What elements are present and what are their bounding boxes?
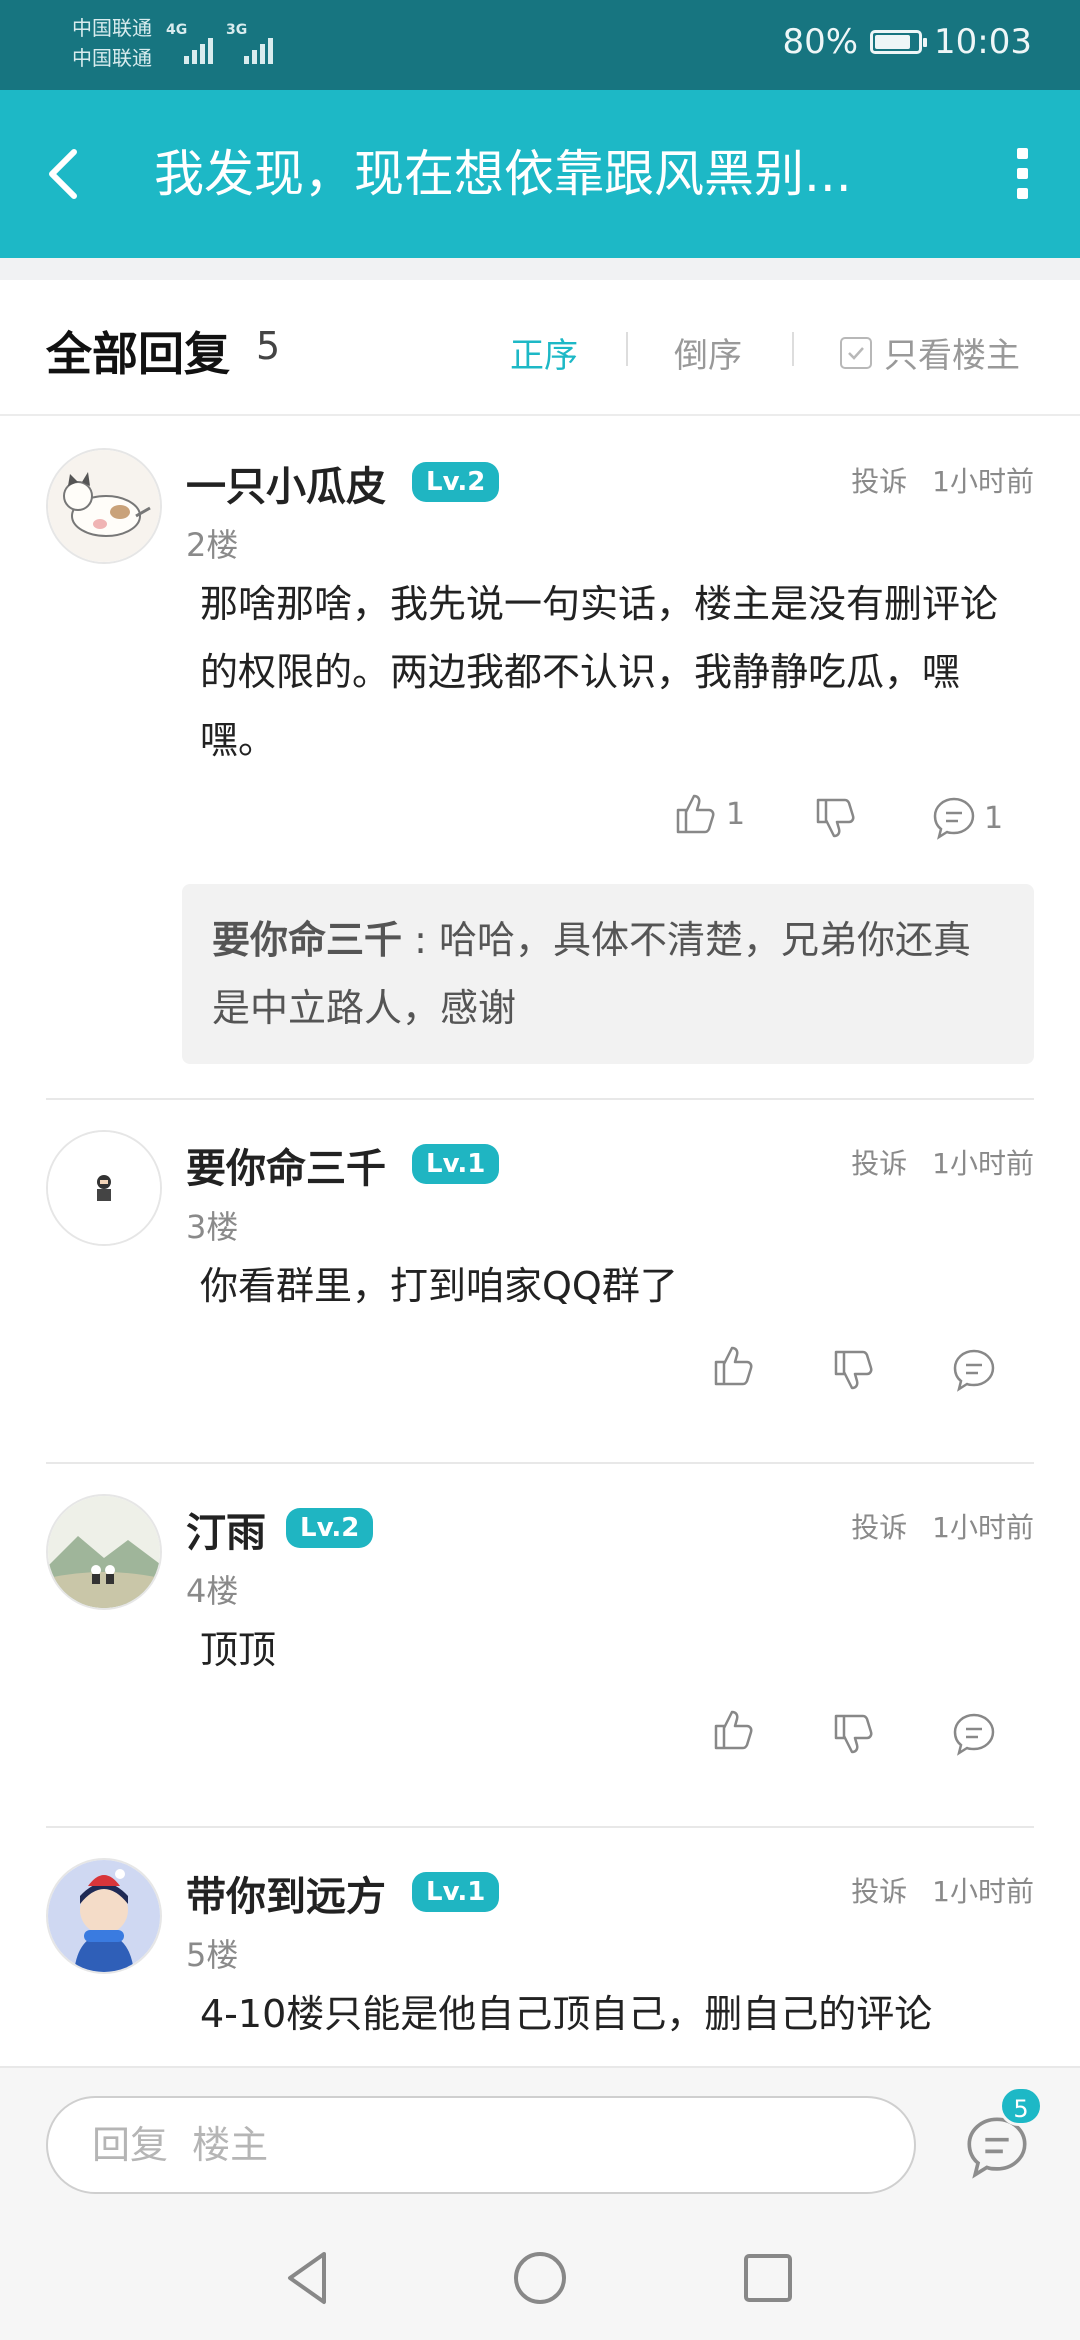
comment-bubble-icon xyxy=(953,1713,995,1756)
timestamp: 1小时前 xyxy=(932,1875,1034,1908)
reply-header: 全部回复 5 正序 倒序 只看楼主 xyxy=(0,280,1080,416)
report-link[interactable]: 投诉 xyxy=(851,1875,907,1908)
divider xyxy=(792,332,794,366)
comment-bubble-icon xyxy=(953,1349,995,1392)
app-bar: 我发现，现在想依靠跟风黑别... xyxy=(0,90,1080,258)
timestamp: 1小时前 xyxy=(932,1147,1034,1180)
sub-reply[interactable]: 要你命三千 : 哈哈，具体不清楚，兄弟你还真是中立路人，感谢 xyxy=(182,884,1034,1064)
more-menu-button[interactable] xyxy=(986,134,1056,214)
circle-home-icon xyxy=(514,2252,566,2304)
checkbox-icon xyxy=(840,336,872,369)
username[interactable]: 一只小瓜皮 xyxy=(186,454,386,512)
comment-item: 带你到远方 Lv.1 5楼 投诉 1小时前 4-10楼只能是他自己顶自己，删自己… xyxy=(0,1838,1080,2064)
battery-icon xyxy=(870,30,928,54)
report-link[interactable]: 投诉 xyxy=(851,1147,907,1180)
signal-1-icon xyxy=(184,24,220,64)
divider xyxy=(626,332,628,366)
level-badge: Lv.2 xyxy=(286,1508,374,1548)
dislike-button[interactable] xyxy=(830,1710,878,1758)
page-title: 我发现，现在想依靠跟风黑别... xyxy=(154,145,852,203)
triangle-back-icon xyxy=(288,2252,326,2304)
thumbs-down-icon xyxy=(816,798,855,838)
system-nav-bar xyxy=(0,2212,1080,2340)
reply-input[interactable] xyxy=(46,2096,916,2194)
level-badge: Lv.2 xyxy=(412,462,500,502)
divider xyxy=(46,1462,1034,1464)
username[interactable]: 要你命三千 xyxy=(186,1136,386,1194)
sub-reply-author[interactable]: 要你命三千 xyxy=(212,918,402,962)
thumbs-up-icon xyxy=(676,794,715,834)
level-badge: Lv.1 xyxy=(412,1872,500,1912)
boy-in-scarf-avatar-icon xyxy=(48,1860,160,1972)
comment-text: 那啥那啥，我先说一句实话，楼主是没有删评论的权限的。两边我都不认识，我静静吃瓜，… xyxy=(200,582,999,762)
back-arrow-icon xyxy=(49,149,77,199)
only-op-toggle[interactable]: 只看楼主 xyxy=(840,328,1020,377)
comment-count-badge: 5 xyxy=(999,2086,1043,2126)
avatar[interactable] xyxy=(46,1494,162,1610)
nav-back-button[interactable] xyxy=(276,2246,340,2310)
like-button[interactable] xyxy=(710,1706,758,1754)
floor-number: 4楼 xyxy=(186,1572,239,1610)
comment-item: 汀雨 Lv.2 4楼 投诉 1小时前 顶顶 xyxy=(0,1474,1080,1824)
report-link[interactable]: 投诉 xyxy=(851,465,907,498)
sort-ascending-tab[interactable]: 正序 xyxy=(510,328,578,377)
reply-button[interactable]: 1 xyxy=(930,794,1003,842)
username[interactable]: 汀雨 xyxy=(186,1500,266,1558)
only-op-label: 只看楼主 xyxy=(884,336,1020,376)
sub-reply-separator: : xyxy=(414,918,427,962)
comment-item: 一只小瓜皮 Lv.2 2楼 投诉 1小时前 那啥那啥，我先说一句实话，楼主是没有… xyxy=(0,428,1080,1098)
floor-number: 3楼 xyxy=(186,1208,239,1246)
reply-button[interactable] xyxy=(950,1346,998,1394)
timestamp: 1小时前 xyxy=(932,1511,1034,1544)
avatar[interactable] xyxy=(46,1130,162,1246)
boy-avatar-icon xyxy=(48,1132,160,1244)
signal-2-icon xyxy=(244,24,280,64)
section-gap xyxy=(0,258,1080,280)
comment-text: 顶顶 xyxy=(200,1628,277,1672)
like-button[interactable]: 1 xyxy=(672,790,745,838)
dislike-button[interactable] xyxy=(812,794,860,842)
divider xyxy=(46,1098,1034,1100)
clock: 10:03 xyxy=(934,22,1032,62)
thumbs-down-icon xyxy=(834,1714,873,1754)
sort-descending-tab[interactable]: 倒序 xyxy=(674,328,742,377)
avatar[interactable] xyxy=(46,1858,162,1974)
status-bar: 中国联通 中国联通 4G 3G 80% 10:03 xyxy=(0,0,1080,90)
report-link[interactable]: 投诉 xyxy=(851,1511,907,1544)
divider xyxy=(46,1826,1034,1828)
cat-avatar-icon xyxy=(48,450,160,562)
comment-bubble-icon xyxy=(933,797,975,840)
like-count: 1 xyxy=(726,796,746,832)
nav-home-button[interactable] xyxy=(508,2246,572,2310)
all-replies-title: 全部回复 xyxy=(46,327,230,381)
floor-number: 2楼 xyxy=(186,526,239,564)
timestamp: 1小时前 xyxy=(932,465,1034,498)
carrier-2: 中国联通 xyxy=(72,46,152,70)
reply-button[interactable] xyxy=(950,1710,998,1758)
thumbs-down-icon xyxy=(834,1350,873,1390)
landscape-avatar-icon xyxy=(48,1496,160,1608)
back-button[interactable] xyxy=(30,134,110,214)
level-badge: Lv.1 xyxy=(412,1144,500,1184)
nav-recents-button[interactable] xyxy=(736,2246,800,2310)
like-button[interactable] xyxy=(710,1342,758,1390)
thumbs-up-icon xyxy=(714,1346,753,1386)
square-recents-icon xyxy=(744,2254,792,2302)
reply-count: 5 xyxy=(256,324,281,368)
dislike-button[interactable] xyxy=(830,1346,878,1394)
carrier-1: 中国联通 xyxy=(72,16,152,40)
reply-count: 1 xyxy=(984,800,1004,836)
reply-input-bar: 5 xyxy=(0,2066,1080,2214)
comment-text: 4-10楼只能是他自己顶自己，删自己的评论 xyxy=(200,1992,933,2036)
username[interactable]: 带你到远方 xyxy=(186,1864,386,1922)
comment-item: 要你命三千 Lv.1 3楼 投诉 1小时前 你看群里，打到咱家QQ群了 xyxy=(0,1110,1080,1460)
comment-text: 你看群里，打到咱家QQ群了 xyxy=(200,1264,678,1308)
avatar[interactable] xyxy=(46,448,162,564)
thumbs-up-icon xyxy=(714,1710,753,1750)
floor-number: 5楼 xyxy=(186,1936,239,1974)
battery-percent: 80% xyxy=(782,22,859,62)
